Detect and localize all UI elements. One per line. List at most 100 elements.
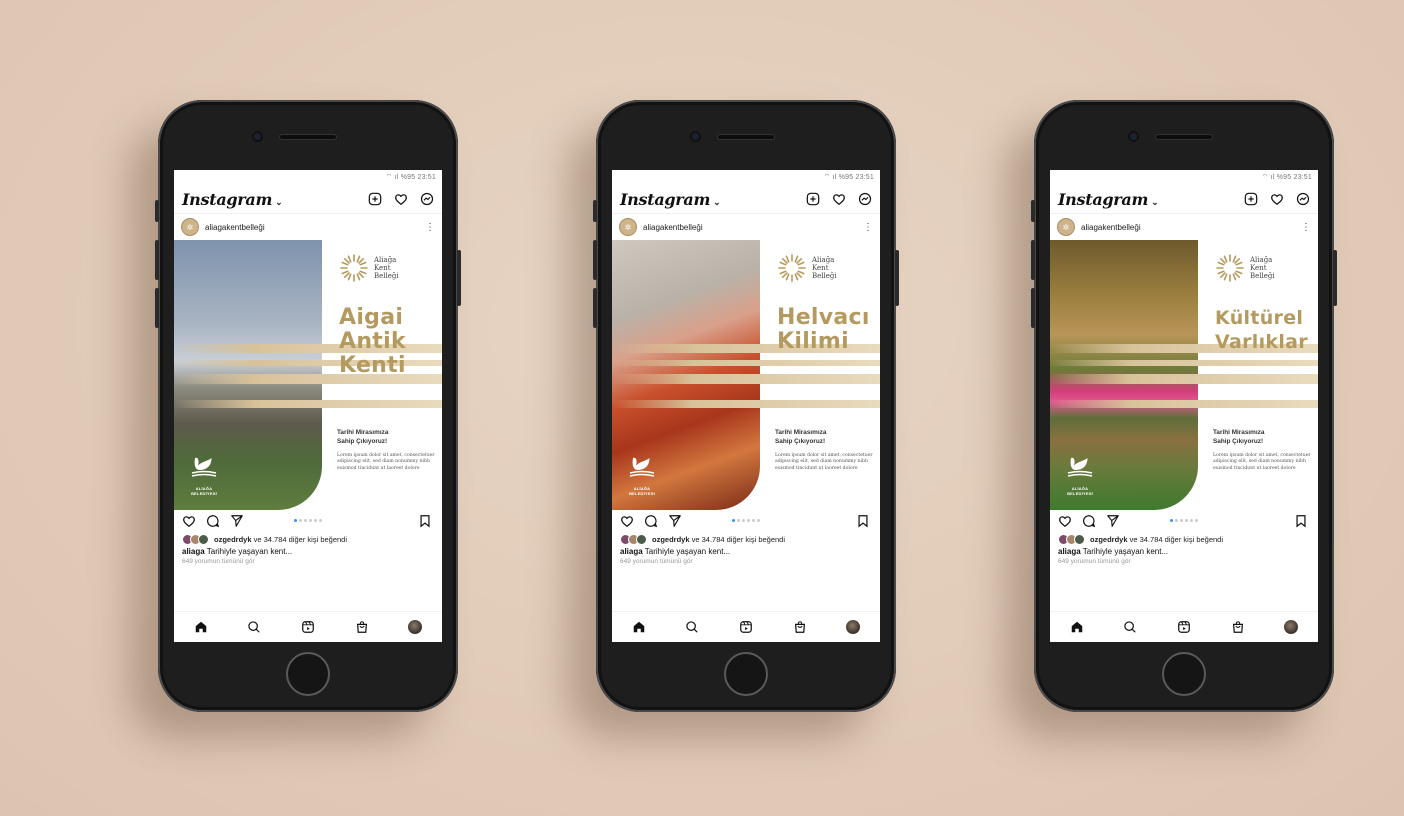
liker-username[interactable]: ozgedrdyk — [1090, 535, 1128, 544]
sunburst-logo-icon — [1216, 254, 1244, 282]
status-bar: ⌔ ıl %95 23:51 — [612, 170, 880, 185]
phone-screen: ⌔ ıl %95 23:51 Instagram ⌄ ✲ aliagakentbe… — [1050, 170, 1318, 642]
bird-logo-icon — [1067, 457, 1093, 477]
bird-logo-icon — [191, 457, 217, 477]
power-button — [1333, 250, 1337, 306]
post-image[interactable]: Aliağa Kent Belleği Helvacı Kilimi Tarihi… — [612, 240, 880, 510]
instagram-logo[interactable]: Instagram ⌄ — [182, 190, 283, 209]
share-icon[interactable] — [230, 514, 244, 528]
caption-username[interactable]: aliaga — [1058, 547, 1081, 556]
bird-logo-icon — [629, 457, 655, 477]
caption-text: Tarihiyle yaşayan kent... — [644, 547, 731, 556]
comment-icon[interactable] — [644, 514, 658, 528]
post-username[interactable]: aliagakentbelleği — [1081, 223, 1295, 232]
chevron-down-icon[interactable]: ⌄ — [1151, 198, 1159, 208]
instagram-logo[interactable]: Instagram ⌄ — [620, 190, 721, 209]
shop-icon[interactable] — [1231, 620, 1245, 634]
profile-avatar[interactable] — [846, 620, 861, 634]
post-body-text: Lorem ipsum dolor sit amet, consectetuer… — [337, 453, 435, 471]
heart-icon[interactable] — [1270, 192, 1284, 206]
more-options-icon[interactable]: ⋮ — [863, 222, 873, 233]
caption-text: Tarihiyle yaşayan kent... — [1082, 547, 1169, 556]
likes-count-text[interactable]: ve 34.784 diğer kişi beğendi — [692, 535, 785, 544]
more-options-icon[interactable]: ⋮ — [1301, 222, 1311, 233]
brand-line: Kent — [374, 264, 391, 272]
shop-icon[interactable] — [355, 620, 369, 634]
caption-username[interactable]: aliaga — [182, 547, 205, 556]
reels-icon[interactable] — [739, 620, 753, 634]
earpiece-speaker — [280, 135, 336, 139]
earpiece-speaker — [718, 135, 774, 139]
chevron-down-icon[interactable]: ⌄ — [275, 198, 283, 208]
messenger-icon[interactable] — [858, 192, 872, 206]
caption-username[interactable]: aliaga — [620, 547, 643, 556]
sunburst-logo-icon — [778, 254, 806, 282]
messenger-icon[interactable] — [1296, 192, 1310, 206]
bookmark-icon[interactable] — [856, 514, 870, 528]
search-icon[interactable] — [247, 620, 261, 634]
status-text: %95 23:51 — [1276, 174, 1312, 181]
post-username[interactable]: aliagakentbelleği — [643, 223, 857, 232]
home-button[interactable] — [724, 652, 768, 696]
brand-line: Kent — [1250, 264, 1267, 272]
search-icon[interactable] — [1123, 620, 1137, 634]
bookmark-icon[interactable] — [1294, 514, 1308, 528]
likes-count-text[interactable]: ve 34.784 diğer kişi beğendi — [254, 535, 347, 544]
liker-username[interactable]: ozgedrdyk — [214, 535, 252, 544]
post-image[interactable]: Aliağa Kent Belleği Kültürel Varlıklar Ta… — [1050, 240, 1318, 510]
reels-icon[interactable] — [1177, 620, 1191, 634]
liker-username[interactable]: ozgedrdyk — [652, 535, 690, 544]
caption: aliaga Tarihiyle yaşayan kent... — [1050, 546, 1318, 556]
home-icon[interactable] — [632, 620, 646, 634]
home-button[interactable] — [1162, 652, 1206, 696]
chevron-down-icon[interactable]: ⌄ — [713, 198, 721, 208]
add-post-icon[interactable] — [368, 192, 382, 206]
search-icon[interactable] — [685, 620, 699, 634]
heart-icon[interactable] — [832, 192, 846, 206]
home-button[interactable] — [286, 652, 330, 696]
view-comments-link[interactable]: 649 yorumun tümünü gör — [1050, 556, 1318, 565]
add-post-icon[interactable] — [806, 192, 820, 206]
profile-avatar[interactable] — [1284, 620, 1299, 634]
view-comments-link[interactable]: 649 yorumun tümünü gör — [612, 556, 880, 565]
post-subtitle: Tarihi Mirasımıza Sahip Çıkıyoruz! — [775, 428, 826, 446]
avatar[interactable]: ✲ — [1057, 218, 1075, 236]
like-heart-icon[interactable] — [182, 514, 196, 528]
avatar[interactable]: ✲ — [619, 218, 637, 236]
post-image[interactable]: Aliağa Kent Belleği Aigai Antik Kenti Tari… — [174, 240, 442, 510]
power-button — [895, 250, 899, 306]
brand-line: Belleği — [374, 272, 399, 280]
post-title-line: Varlıklar — [1215, 331, 1308, 353]
brand-line: Belleği — [1250, 272, 1275, 280]
brand-line: Aliağa — [812, 256, 835, 264]
post-username[interactable]: aliagakentbelleği — [205, 223, 419, 232]
share-icon[interactable] — [1106, 514, 1120, 528]
reels-icon[interactable] — [301, 620, 315, 634]
post-title-line: Antik — [339, 329, 406, 354]
messenger-icon[interactable] — [420, 192, 434, 206]
like-heart-icon[interactable] — [1058, 514, 1072, 528]
comment-icon[interactable] — [1082, 514, 1096, 528]
municipality-text: ALİAĞA BELEDİYESİ — [629, 486, 655, 496]
wifi-signal-icon: ⌔ ıl — [385, 174, 401, 181]
shop-icon[interactable] — [793, 620, 807, 634]
add-post-icon[interactable] — [1244, 192, 1258, 206]
likes-count-text[interactable]: ve 34.784 diğer kişi beğendi — [1130, 535, 1223, 544]
comment-icon[interactable] — [206, 514, 220, 528]
bookmark-icon[interactable] — [418, 514, 432, 528]
profile-avatar[interactable] — [408, 620, 423, 634]
bottom-nav — [612, 611, 880, 642]
home-icon[interactable] — [1070, 620, 1084, 634]
like-heart-icon[interactable] — [620, 514, 634, 528]
instagram-logo[interactable]: Instagram ⌄ — [1058, 190, 1159, 209]
more-options-icon[interactable]: ⋮ — [425, 222, 435, 233]
view-comments-link[interactable]: 649 yorumun tümünü gör — [174, 556, 442, 565]
home-icon[interactable] — [194, 620, 208, 634]
mute-switch — [1031, 200, 1035, 222]
share-icon[interactable] — [668, 514, 682, 528]
post-title: Helvacı Kilimi — [777, 306, 870, 354]
avatar[interactable]: ✲ — [181, 218, 199, 236]
heart-icon[interactable] — [394, 192, 408, 206]
front-camera — [254, 133, 261, 140]
volume-up-button — [155, 240, 159, 280]
